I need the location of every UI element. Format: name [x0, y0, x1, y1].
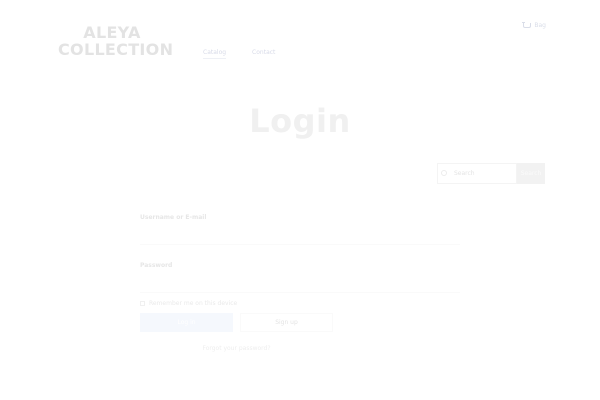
search-form: Search — [437, 163, 545, 184]
password-field[interactable] — [140, 273, 460, 293]
username-label: Username or E-mail — [140, 214, 207, 221]
remember-me[interactable]: Remember me on this device — [140, 300, 237, 307]
cart-label: Bag — [534, 22, 546, 29]
page-title: Login — [249, 102, 351, 140]
login-page: ALEYA COLLECTION Catalog Contact Bag Log… — [0, 0, 600, 400]
remember-label: Remember me on this device — [149, 300, 238, 307]
brand-line-2: COLLECTION — [58, 40, 174, 59]
nav-item-catalog[interactable]: Catalog — [203, 49, 227, 59]
password-group: Password — [140, 262, 460, 293]
login-form: Username or E-mail Password — [140, 214, 460, 293]
main-nav: Catalog Contact — [203, 49, 275, 59]
search-input[interactable] — [437, 163, 517, 184]
remember-checkbox[interactable] — [140, 301, 145, 306]
register-button[interactable]: Sign up — [240, 313, 333, 332]
search-icon — [441, 170, 447, 176]
username-group: Username or E-mail — [140, 214, 460, 245]
lost-password-link[interactable]: Forgot your password? — [140, 345, 333, 352]
cart-link[interactable]: Bag — [522, 22, 546, 29]
username-field[interactable] — [140, 225, 460, 245]
brand-logo[interactable]: ALEYA COLLECTION — [58, 23, 174, 59]
nav-item-contact[interactable]: Contact — [252, 49, 275, 59]
login-button[interactable]: Log in — [140, 313, 233, 332]
brand-line-1: ALEYA — [83, 23, 141, 42]
search-button[interactable]: Search — [517, 163, 545, 184]
password-label: Password — [140, 262, 173, 269]
shopping-bag-icon — [522, 22, 532, 29]
